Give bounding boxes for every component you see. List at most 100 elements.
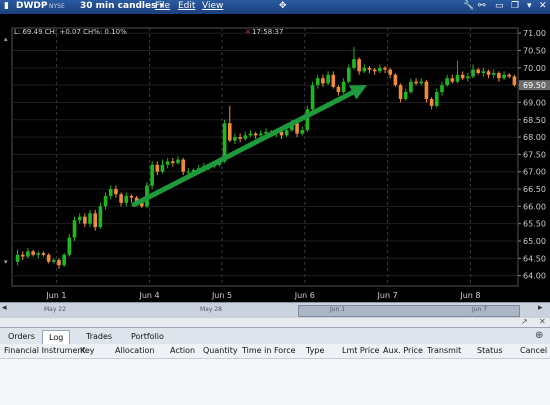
x-tick-label: Jun 6	[294, 291, 315, 300]
collapse-up-icon[interactable]: ▴	[4, 35, 8, 43]
time-navigator[interactable]: ◂ May 22 May 28 Jun 1 Jun 7 ▸	[0, 302, 550, 318]
candle-body	[434, 92, 439, 106]
candle	[83, 213, 87, 228]
panel-close-icon[interactable]: ✕	[539, 317, 546, 326]
column-action[interactable]: Action	[170, 346, 195, 355]
tab-log[interactable]: Log	[42, 330, 71, 344]
x-axis: Jun 1 Jun 4 Jun 5 Jun 6 Jun 7 Jun 8	[45, 291, 480, 300]
candle-body	[372, 69, 377, 72]
navigator-label-4: Jun 7	[472, 306, 488, 313]
column-aux-price[interactable]: Aux. Price	[383, 346, 423, 355]
y-tick-label: 64.50	[523, 254, 546, 263]
candle	[512, 74, 517, 87]
candle-body	[259, 133, 263, 136]
y-tick-label: 68.00	[523, 133, 546, 142]
current-price-label: 69.50	[523, 81, 546, 90]
column-transmit[interactable]: Transmit	[427, 346, 461, 355]
candle	[481, 67, 486, 77]
candle-body	[409, 81, 413, 93]
restore-icon[interactable]: ❐	[511, 1, 519, 11]
candle	[238, 133, 242, 143]
column-quantity[interactable]: Quantity	[203, 346, 238, 355]
candle	[331, 71, 336, 89]
candle	[336, 85, 341, 96]
candle	[57, 258, 61, 269]
column-allocation[interactable]: Allocation	[115, 346, 154, 355]
candle-body	[72, 220, 77, 238]
y-tick-label: 70.50	[523, 47, 546, 56]
symbol-label[interactable]: DWDP	[16, 1, 47, 11]
candle-body	[466, 76, 470, 79]
candlestick-chart[interactable]: 71.00 70.50 70.00 69.50 69.00 68.50 68.00 67.50…	[0, 14, 550, 302]
menu-edit[interactable]: Edit	[178, 1, 195, 11]
orders-table-header: Financial Instrument Key Allocation Acti…	[0, 344, 550, 359]
candle-body	[507, 74, 512, 77]
x-tick-label: Jun 5	[211, 291, 232, 300]
candle	[460, 71, 465, 80]
tab-orders[interactable]: Orders	[2, 330, 41, 343]
close-icon[interactable]: ✕	[539, 1, 547, 11]
menu-file[interactable]: File	[155, 1, 170, 11]
candle-setting-dropdown[interactable]: 30 min candles ▾	[80, 1, 164, 11]
candle	[300, 126, 305, 136]
column-type[interactable]: Type	[306, 346, 324, 355]
candle-body	[367, 67, 372, 70]
candle	[497, 71, 501, 82]
column-lmt-price[interactable]: Lmt Price	[342, 346, 379, 355]
column-status[interactable]: Status	[477, 346, 503, 355]
candle-body	[331, 74, 336, 87]
settings-wrench-icon[interactable]: 🔧	[463, 1, 474, 11]
candle-body	[486, 71, 491, 75]
candle	[181, 157, 186, 176]
column-key[interactable]: Key	[80, 346, 95, 355]
candle-body	[497, 73, 501, 79]
minimize-icon[interactable]: ▭	[495, 1, 504, 11]
x-tick-label: Jun 8	[459, 291, 480, 300]
y-tick-label: 67.00	[523, 168, 546, 177]
candle	[227, 105, 232, 143]
candle-body	[460, 74, 465, 79]
candle	[93, 209, 98, 231]
scroll-left-icon[interactable]: ◂	[2, 303, 7, 313]
panel-arrow-icon[interactable]: ↗	[521, 317, 528, 326]
candle-body	[445, 78, 449, 86]
candle-body	[15, 254, 20, 262]
panel-divider[interactable]: ↗ ✕	[0, 317, 550, 327]
candle	[450, 74, 455, 84]
column-time-in-force[interactable]: Time in Force	[242, 346, 296, 355]
plot-frame	[11, 27, 519, 287]
tab-trades[interactable]: Trades	[80, 330, 118, 343]
tab-portfolio[interactable]: Portfolio	[125, 330, 170, 343]
scroll-right-icon[interactable]: ▸	[538, 303, 543, 313]
candle-body	[181, 159, 186, 172]
menu-view[interactable]: View	[202, 1, 223, 11]
column-financial-instrument[interactable]: Financial Instrument	[4, 346, 86, 355]
time-readout: 17:58:37	[252, 28, 283, 36]
move-handle-icon[interactable]: ✥	[279, 1, 287, 11]
trend-arrow-shaft	[131, 89, 356, 208]
candle-body	[357, 59, 361, 72]
candle	[429, 97, 434, 110]
candle-body	[165, 161, 170, 165]
candle-body	[77, 216, 82, 221]
candles-group	[15, 47, 517, 269]
candle	[362, 64, 367, 74]
tab-settings-icon[interactable]: ⊕	[535, 330, 543, 341]
candle-body	[114, 189, 118, 195]
window-menu-icon[interactable]: ▾	[527, 1, 532, 11]
candle-body	[108, 189, 113, 196]
column-cancel[interactable]: Cancel	[520, 346, 547, 355]
y-tick-label: 65.00	[523, 237, 546, 246]
collapse-down-icon[interactable]: ▾	[4, 258, 8, 266]
candle-body	[398, 85, 403, 99]
candle-body	[300, 130, 305, 134]
candle-body	[103, 195, 108, 207]
price-chart[interactable]: 71.00 70.50 70.00 69.50 69.00 68.50 68.00 67.50…	[0, 14, 550, 302]
link-icon[interactable]: ⚯	[478, 1, 486, 11]
candle-body	[295, 123, 299, 134]
candle-body	[253, 133, 258, 136]
candle-body	[41, 253, 46, 255]
candle-body	[315, 78, 320, 86]
candle-body	[440, 85, 444, 93]
candle-body	[243, 135, 248, 139]
